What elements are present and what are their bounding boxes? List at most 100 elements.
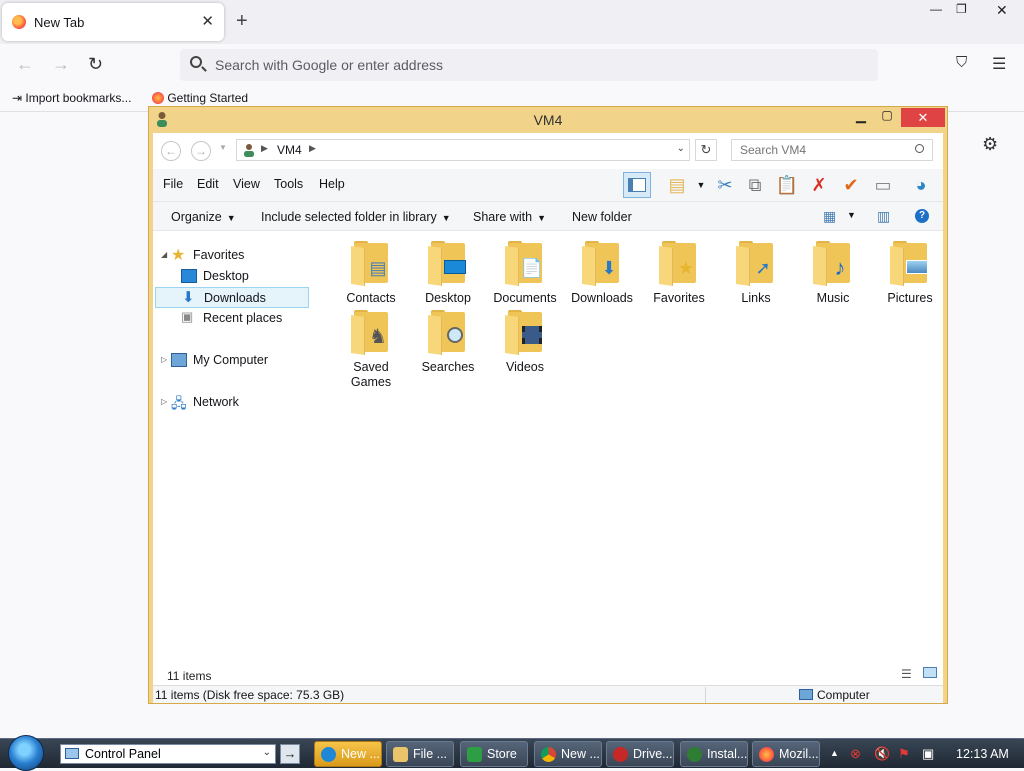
folder-label: Videos (506, 360, 544, 374)
help-icon[interactable]: ? (915, 209, 929, 223)
task-installer[interactable]: Instal... (680, 741, 748, 767)
browser-tab[interactable]: New Tab ✕ (2, 3, 224, 41)
back-button[interactable]: ← (161, 141, 181, 161)
folder-label: Saved Games (350, 360, 392, 389)
large-icons-view-icon[interactable] (923, 667, 937, 678)
recent-pages-icon[interactable]: ▼ (219, 143, 227, 152)
hamburger-menu-icon[interactable]: ☰ (992, 54, 1006, 74)
task-edge-new-tab[interactable]: New ... (314, 741, 382, 767)
address-bar[interactable]: ▶ VM4 ▶ ⌄ (236, 139, 690, 161)
minimize-icon[interactable]: — (930, 2, 942, 16)
folder-videos[interactable]: Videos (487, 310, 563, 375)
security-alert-icon[interactable]: ⊗ (850, 746, 861, 762)
task-file-explorer[interactable]: File ... (386, 741, 454, 767)
show-hidden-icons-icon[interactable]: ▲ (830, 748, 839, 758)
folder-label: Searches (421, 360, 475, 374)
preview-pane-icon[interactable]: ▥ (877, 208, 890, 225)
share-with-button[interactable]: Share with ▼ (473, 210, 546, 224)
item-count: 11 items (167, 669, 212, 683)
folder-favorites[interactable]: ★ Favorites (641, 241, 717, 306)
import-bookmarks-link[interactable]: ⇥ Import bookmarks... (12, 91, 131, 105)
refresh-button[interactable]: ↻ (695, 139, 717, 161)
menu-edit[interactable]: Edit (197, 177, 219, 191)
go-arrow-button[interactable]: → (280, 744, 300, 764)
folder-downloads[interactable]: ⬇ Downloads (564, 241, 640, 306)
menu-tools[interactable]: Tools (274, 177, 303, 191)
task-store[interactable]: Store (460, 741, 528, 767)
pocket-icon[interactable]: ⛉ (956, 54, 967, 71)
breadcrumb-arrow-icon[interactable]: ▶ (309, 143, 316, 154)
breadcrumb-arrow-icon[interactable]: ▶ (261, 143, 268, 154)
new-folder-button[interactable]: New folder (572, 210, 632, 224)
folder-label: Favorites (653, 291, 705, 305)
nav-favorites[interactable]: ◢ ★ Favorites (155, 245, 309, 266)
nav-downloads[interactable]: ⬇ Downloads (155, 287, 309, 308)
shell-icon[interactable]: ◕ (907, 172, 935, 198)
search-box[interactable] (731, 139, 933, 161)
menu-help[interactable]: Help (319, 177, 345, 191)
folder-links[interactable]: ➚ Links (718, 241, 794, 306)
folder-music[interactable]: ♪ Music (795, 241, 871, 306)
breadcrumb[interactable]: VM4 (277, 143, 302, 157)
back-arrow-icon[interactable]: ← (16, 54, 34, 75)
organize-button[interactable]: Organize ▼ (171, 210, 236, 224)
new-tab-button[interactable]: + (236, 10, 248, 33)
nav-my-computer[interactable]: ▷ My Computer (155, 350, 309, 371)
getting-started-link[interactable]: Getting Started (152, 91, 248, 105)
folder-documents[interactable]: 📄 Documents (487, 241, 563, 306)
rename-icon[interactable]: ▭ (869, 172, 897, 198)
expand-arrow-icon[interactable]: ▷ (161, 397, 167, 406)
task-chrome-new-tab[interactable]: New ... (534, 741, 602, 767)
forward-arrow-icon[interactable]: → (52, 54, 70, 75)
folder-saved-games[interactable]: ♞ Saved Games (333, 310, 409, 390)
task-driver[interactable]: Drive... (606, 741, 674, 767)
chevron-down-icon[interactable]: ▼ (847, 210, 856, 220)
folder-contacts[interactable]: ▤ Contacts (333, 241, 409, 306)
restore-icon[interactable]: ❐ (956, 2, 967, 16)
taskbar-address-box[interactable]: Control Panel ⌄ (60, 744, 276, 764)
collapse-arrow-icon[interactable]: ◢ (161, 250, 167, 259)
explorer-close-button[interactable]: ✕ (901, 108, 945, 127)
nav-desktop[interactable]: Desktop (155, 266, 309, 287)
change-view-icon[interactable]: ▦ (823, 208, 836, 225)
expand-arrow-icon[interactable]: ▷ (161, 355, 167, 364)
network-tray-icon[interactable]: ▣ (922, 746, 934, 762)
task-mozilla[interactable]: Mozil... (752, 741, 820, 767)
delete-icon[interactable]: ✗ (805, 172, 833, 198)
reload-icon[interactable]: ↻ (88, 54, 103, 75)
nav-recent-places[interactable]: ▣ Recent places (155, 308, 309, 329)
cut-icon[interactable]: ✂ (711, 172, 739, 198)
chevron-down-icon[interactable]: ⌄ (263, 747, 271, 758)
checkmark-icon[interactable]: ✔ (837, 172, 865, 198)
gear-icon[interactable]: ⚙ (982, 134, 998, 155)
include-in-library-button[interactable]: Include selected folder in library ▼ (261, 210, 451, 224)
search-input[interactable] (738, 141, 908, 159)
start-button[interactable] (8, 735, 44, 771)
paste-icon[interactable]: 📋 (773, 172, 801, 198)
clock[interactable]: 12:13 AM (956, 747, 1009, 761)
chevron-down-icon[interactable]: ⌄ (677, 143, 685, 154)
url-bar[interactable]: Search with Google or enter address (180, 49, 878, 81)
videos-icon (505, 310, 545, 355)
include-label: Include selected folder in library (261, 210, 437, 224)
nav-network[interactable]: ▷ 🖧 Network (155, 392, 309, 413)
task-label: Drive... (633, 747, 673, 761)
explorer-minimize-icon[interactable]: ▁ (847, 108, 875, 128)
pictures-icon (890, 241, 930, 286)
volume-muted-icon[interactable]: 🔇 (874, 746, 890, 762)
explorer-maximize-icon[interactable]: ▢ (873, 108, 901, 128)
preview-pane-icon[interactable] (623, 172, 651, 198)
copy-icon[interactable]: ⧉ (741, 172, 769, 198)
close-window-icon[interactable]: ✕ (996, 2, 1008, 19)
details-view-icon[interactable]: ☰ (901, 667, 912, 681)
folder-desktop[interactable]: Desktop (410, 241, 486, 306)
explorer-title-bar[interactable]: VM4 ▁ ▢ ✕ (149, 107, 947, 133)
menu-view[interactable]: View (233, 177, 260, 191)
share-label: Share with (473, 210, 533, 224)
folder-pictures[interactable]: Pictures (872, 241, 948, 306)
menu-file[interactable]: File (163, 177, 183, 191)
close-tab-icon[interactable]: ✕ (201, 12, 214, 30)
flag-alert-icon[interactable]: ⚑ (898, 746, 910, 762)
forward-button[interactable]: → (191, 141, 211, 161)
folder-searches[interactable]: Searches (410, 310, 486, 375)
